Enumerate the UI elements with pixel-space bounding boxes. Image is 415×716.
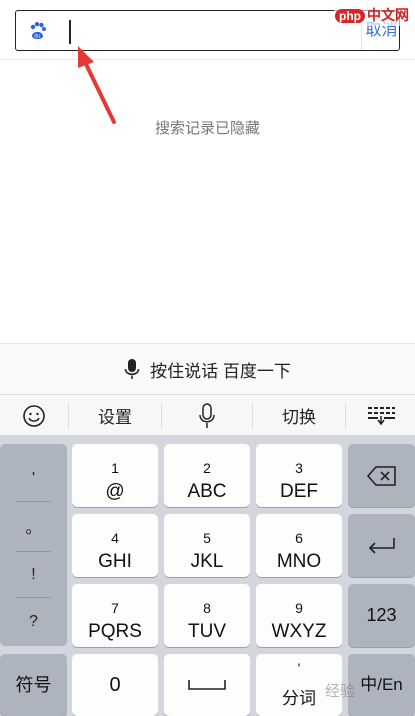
key-8[interactable]: 8 TUV: [164, 584, 250, 647]
backspace-key[interactable]: [348, 444, 415, 507]
key-4[interactable]: 4 GHI: [72, 514, 158, 577]
key-number: 8: [203, 600, 211, 616]
divider: [16, 501, 51, 502]
return-icon: [368, 538, 395, 554]
punct-period[interactable]: 。: [0, 504, 67, 554]
key-letters: MNO: [276, 551, 322, 572]
key-5[interactable]: 5 JKL: [164, 514, 250, 577]
punctuation-column[interactable]: ' 。 ! ?: [0, 444, 67, 646]
space-key[interactable]: [164, 654, 250, 716]
voice-search-button[interactable]: 按住说话 百度一下: [0, 343, 415, 394]
key-number: 4: [111, 530, 119, 546]
key-letters: JKL: [190, 551, 224, 572]
enter-key[interactable]: [348, 514, 415, 577]
baidu-paw-icon: du: [30, 22, 46, 40]
space-icon: [188, 680, 226, 690]
symbols-label: 符号: [15, 675, 52, 695]
history-hidden-text: 搜索记录已隐藏: [154, 120, 260, 137]
key-letters: @: [105, 481, 125, 502]
text-cursor: [69, 20, 71, 44]
key-1[interactable]: 1 @: [72, 444, 158, 507]
emoji-icon: [22, 404, 45, 427]
punct-apostrophe[interactable]: ': [0, 454, 67, 504]
key-number: 2: [203, 460, 211, 476]
keyboard-hide-icon: [367, 406, 395, 425]
keyboard-toolbar: 设置 切换: [0, 394, 415, 436]
number-mode-label: 123: [366, 605, 397, 625]
settings-button[interactable]: 设置: [69, 395, 161, 436]
key-letters: WXYZ: [271, 621, 327, 642]
microphone-icon: [124, 359, 140, 379]
key-7[interactable]: 7 PQRS: [72, 584, 158, 647]
key-0[interactable]: 0: [72, 654, 158, 716]
key-number: 9: [295, 600, 303, 616]
key-letters: PQRS: [88, 621, 142, 642]
switch-label: 切换: [282, 408, 316, 427]
microphone-icon: [199, 402, 215, 428]
voice-input-button[interactable]: [162, 395, 252, 436]
key-number: 1: [111, 460, 119, 476]
watermark-logo: php 中文网: [333, 4, 415, 26]
annotation-arrow-icon: [78, 46, 116, 124]
key-number: 5: [203, 530, 211, 546]
key-9[interactable]: 9 WXYZ: [256, 584, 342, 647]
watermark-badge: php: [335, 9, 365, 23]
key-6[interactable]: 6 MNO: [256, 514, 342, 577]
backspace-icon: [366, 466, 396, 486]
zero-label: 0: [109, 674, 121, 696]
voice-label: 按住说话 百度一下: [150, 361, 291, 381]
key-letters: ABC: [187, 481, 227, 502]
hide-keyboard-button[interactable]: [346, 395, 415, 436]
watermark-text: 中文网: [367, 7, 409, 23]
key-number: 7: [111, 600, 119, 616]
symbols-key[interactable]: 符号: [0, 654, 67, 716]
settings-label: 设置: [98, 408, 132, 427]
key-letters: GHI: [98, 551, 132, 572]
svg-text:du: du: [34, 34, 40, 40]
key-number: 6: [295, 530, 303, 546]
key-3[interactable]: 3 DEF: [256, 444, 342, 507]
emoji-button[interactable]: [0, 395, 67, 436]
key-2[interactable]: 2 ABC: [164, 444, 250, 507]
divider: [0, 59, 415, 60]
key-letters: DEF: [280, 481, 318, 502]
watermark-text: 经验: [325, 683, 356, 700]
switch-button[interactable]: 切换: [253, 395, 345, 436]
key-number: 3: [295, 460, 303, 476]
punct-question[interactable]: ?: [0, 597, 67, 647]
key-letters: TUV: [188, 621, 226, 642]
punct-exclamation[interactable]: !: [0, 550, 67, 600]
number-mode-key[interactable]: 123: [348, 584, 415, 647]
